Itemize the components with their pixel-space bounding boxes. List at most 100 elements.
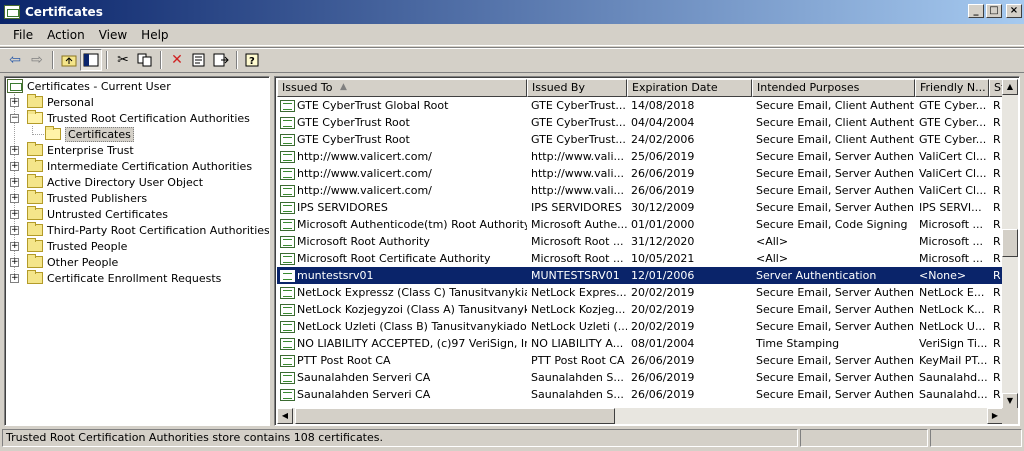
collapse-icon[interactable]: − bbox=[10, 114, 19, 123]
table-row[interactable]: Microsoft Authenticode(tm) Root Authorit… bbox=[277, 216, 1003, 233]
expand-icon[interactable]: + bbox=[10, 98, 19, 107]
cell-status: R bbox=[993, 320, 1001, 333]
certificate-icon bbox=[280, 286, 295, 299]
table-row[interactable]: PTT Post Root CA PTT Post Root CA 26/06/20… bbox=[277, 352, 1003, 369]
tree-item-ad-user-object[interactable]: Active Directory User Object bbox=[27, 174, 203, 190]
tree-item-enrollment-requests[interactable]: Certificate Enrollment Requests bbox=[27, 270, 221, 286]
column-expiration-date[interactable]: Expiration Date bbox=[627, 79, 752, 97]
table-row[interactable]: Saunalahden Serveri CA Saunalahden S... 26… bbox=[277, 369, 1003, 386]
cell-intended-purposes: Secure Email, Server Authen... bbox=[756, 150, 915, 163]
table-row[interactable]: IPS SERVIDORES IPS SERVIDORES 30/12/2009 Se… bbox=[277, 199, 1003, 216]
console-tree[interactable]: Certificates - Current User Personal + T… bbox=[4, 76, 270, 426]
export-list-icon[interactable] bbox=[210, 49, 232, 71]
cell-issued-to: NetLock Expressz (Class C) Tanusitvanyki… bbox=[277, 286, 527, 299]
tree-item-enterprise-trust[interactable]: Enterprise Trust bbox=[27, 142, 134, 158]
cell-issued-by: Microsoft Root ... bbox=[531, 235, 624, 248]
expand-icon[interactable]: + bbox=[10, 274, 19, 283]
certificate-list[interactable]: Issued To ▲ Issued By Expiration Date In… bbox=[274, 76, 1020, 426]
certificate-icon bbox=[280, 167, 295, 180]
table-row[interactable]: Microsoft Root Authority Microsoft Root .… bbox=[277, 233, 1003, 250]
table-row[interactable]: NetLock Uzleti (Class B) Tanusitvanykiad… bbox=[277, 318, 1003, 335]
cell-text: http://www.valicert.com/ bbox=[297, 150, 432, 163]
tree-item-trusted-publishers[interactable]: Trusted Publishers bbox=[27, 190, 147, 206]
tree-item-third-party-root[interactable]: Third-Party Root Certification Authoriti… bbox=[27, 222, 270, 238]
folder-icon bbox=[27, 270, 43, 284]
table-row[interactable]: NetLock Kozjegyzoi (Class A) Tanusitvany… bbox=[277, 301, 1003, 318]
tree-item-trusted-root[interactable]: Trusted Root Certification Authorities bbox=[27, 110, 250, 126]
tree-item-certificates[interactable]: Certificates bbox=[45, 126, 134, 142]
column-friendly-name[interactable]: Friendly N... bbox=[915, 79, 989, 97]
table-row[interactable]: GTE CyberTrust Root GTE CyberTrust... 04/0… bbox=[277, 114, 1003, 131]
up-folder-icon[interactable] bbox=[58, 49, 80, 71]
table-row[interactable]: muntestsrv01 MUNTESTSRV01 12/01/2006 Server… bbox=[277, 267, 1003, 284]
certificates-app-icon[interactable] bbox=[4, 5, 20, 19]
properties-icon[interactable] bbox=[188, 49, 210, 71]
column-status[interactable]: St bbox=[989, 79, 1003, 97]
cell-issued-to: IPS SERVIDORES bbox=[277, 201, 527, 214]
menu-file[interactable]: File bbox=[6, 28, 40, 42]
tree-root[interactable]: Certificates - Current User bbox=[7, 78, 171, 94]
column-issued-by[interactable]: Issued By bbox=[527, 79, 627, 97]
vertical-scrollbar[interactable]: ▲ ▼ bbox=[1002, 79, 1018, 409]
back-arrow-icon[interactable]: ⇦ bbox=[4, 49, 26, 71]
tree-item-personal[interactable]: Personal bbox=[27, 94, 94, 110]
menu-view[interactable]: View bbox=[92, 28, 134, 42]
expand-icon[interactable]: + bbox=[10, 226, 19, 235]
cell-status: R bbox=[993, 303, 1001, 316]
table-row[interactable]: http://www.valicert.com/http://www.vali.… bbox=[277, 148, 1003, 165]
horizontal-scrollbar[interactable]: ◀ ▶ bbox=[277, 408, 1003, 424]
cell-status: R bbox=[993, 388, 1001, 401]
menu-action[interactable]: Action bbox=[40, 28, 92, 42]
table-row[interactable]: NetLock Expressz (Class C) Tanusitvanyki… bbox=[277, 284, 1003, 301]
scroll-right-icon[interactable]: ▶ bbox=[987, 408, 1003, 424]
tree-item-trusted-people[interactable]: Trusted People bbox=[27, 238, 127, 254]
expand-icon[interactable]: + bbox=[10, 162, 19, 171]
menu-help[interactable]: Help bbox=[134, 28, 175, 42]
minimize-button[interactable]: _ bbox=[968, 4, 984, 18]
tree-item-other-people[interactable]: Other People bbox=[27, 254, 118, 270]
scroll-down-icon[interactable]: ▼ bbox=[1002, 393, 1018, 409]
table-row[interactable]: GTE CyberTrust Root GTE CyberTrust... 24/0… bbox=[277, 131, 1003, 148]
cut-icon[interactable]: ✂ bbox=[112, 49, 134, 71]
tree-item-label: Enterprise Trust bbox=[47, 143, 134, 157]
show-hide-tree-icon[interactable] bbox=[80, 49, 102, 71]
cell-expiration-date: 24/02/2006 bbox=[631, 133, 695, 146]
cell-text: NetLock Expressz (Class C) Tanusitvanyki… bbox=[297, 286, 527, 299]
cell-intended-purposes: Secure Email, Server Authen... bbox=[756, 371, 915, 384]
column-issued-to[interactable]: Issued To ▲ bbox=[277, 79, 527, 97]
cell-status: R bbox=[993, 354, 1001, 367]
expand-icon[interactable]: + bbox=[10, 178, 19, 187]
table-row[interactable]: NO LIABILITY ACCEPTED, (c)97 VeriSign, I… bbox=[277, 335, 1003, 352]
expand-icon[interactable]: + bbox=[10, 194, 19, 203]
tree-item-untrusted[interactable]: Untrusted Certificates bbox=[27, 206, 168, 222]
expand-icon[interactable]: + bbox=[10, 258, 19, 267]
help-icon[interactable]: ? bbox=[242, 49, 264, 71]
horizontal-scroll-thumb[interactable] bbox=[295, 408, 615, 424]
tree-item-label: Third-Party Root Certification Authoriti… bbox=[47, 223, 270, 237]
cell-intended-purposes: Secure Email, Server Authen... bbox=[756, 320, 915, 333]
copy-icon[interactable] bbox=[134, 49, 156, 71]
delete-icon[interactable]: ✕ bbox=[166, 49, 188, 71]
table-row[interactable]: http://www.valicert.com/http://www.vali.… bbox=[277, 165, 1003, 182]
table-row[interactable]: GTE CyberTrust Global Root GTE CyberTrust… bbox=[277, 97, 1003, 114]
close-button[interactable]: × bbox=[1006, 4, 1022, 18]
maximize-button[interactable]: □ bbox=[986, 4, 1002, 18]
cell-issued-by: MUNTESTSRV01 bbox=[531, 269, 620, 282]
expand-icon[interactable]: + bbox=[10, 210, 19, 219]
cell-expiration-date: 04/04/2004 bbox=[631, 116, 695, 129]
table-row[interactable]: http://www.valicert.com/http://www.vali.… bbox=[277, 182, 1003, 199]
column-intended-purposes[interactable]: Intended Purposes bbox=[752, 79, 915, 97]
scroll-up-icon[interactable]: ▲ bbox=[1002, 79, 1018, 95]
cell-intended-purposes: Secure Email, Server Authen... bbox=[756, 201, 915, 214]
table-row[interactable]: Saunalahden Serveri CA Saunalahden S... 26… bbox=[277, 386, 1003, 403]
tree-item-label: Trusted Publishers bbox=[47, 191, 148, 205]
forward-arrow-icon[interactable]: ⇨ bbox=[26, 49, 48, 71]
table-row[interactable]: Microsoft Root Certificate Authority Micr… bbox=[277, 250, 1003, 267]
tree-item-intermediate-ca[interactable]: Intermediate Certification Authorities bbox=[27, 158, 252, 174]
expand-icon[interactable]: + bbox=[10, 242, 19, 251]
vertical-scroll-thumb[interactable] bbox=[1002, 229, 1018, 257]
expand-icon[interactable]: + bbox=[10, 146, 19, 155]
scroll-left-icon[interactable]: ◀ bbox=[277, 408, 293, 424]
cell-text: http://www.valicert.com/ bbox=[297, 184, 432, 197]
cell-text: Microsoft Root Authority bbox=[297, 235, 430, 248]
